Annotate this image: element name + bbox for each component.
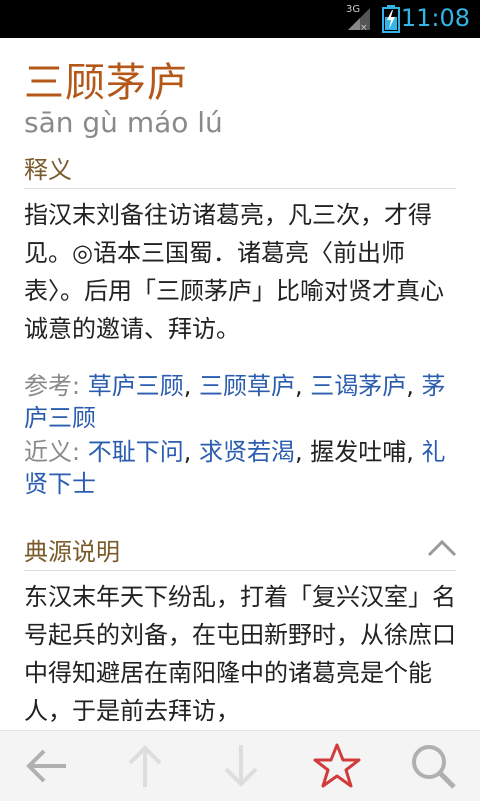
source-header[interactable]: 典源说明 <box>24 532 120 567</box>
synonym-link[interactable]: 不耻下问 <box>88 438 184 466</box>
source-text: 东汉末年天下纷乱，打着「复兴汉室」名号起兵的刘备，在屯田新野时，从徐庶口中得知避… <box>24 583 456 725</box>
see-also-link[interactable]: 草庐三顾 <box>88 372 184 400</box>
synonym-link[interactable]: 求贤若渴 <box>199 438 295 466</box>
clock: 11:08 <box>400 4 470 32</box>
bottom-action-bar <box>0 730 480 801</box>
entry-pinyin: sān gù máo lú <box>24 106 223 139</box>
status-bar: × 3G 11:08 <box>0 0 480 38</box>
down-arrow-icon[interactable] <box>216 741 266 791</box>
definition-header: 释义 <box>24 156 72 184</box>
chevron-up-icon[interactable] <box>426 538 458 558</box>
definition-text: 指汉末刘备往访诸葛亮，凡三次，才得见。◎语本三国蜀．诸葛亮〈前出师表〉。后用「三… <box>24 201 444 343</box>
synonym-text: 握发吐哺 <box>310 438 407 466</box>
search-icon[interactable] <box>408 741 458 791</box>
source-divider <box>24 570 456 571</box>
svg-text:×: × <box>360 23 368 32</box>
see-also-block: 参考: 草庐三顾, 三顾草庐, 三谒茅庐, 茅庐三顾 <box>24 372 446 432</box>
back-arrow-icon[interactable] <box>22 741 72 791</box>
synonyms-block: 近义: 不耻下问, 求贤若渴, 握发吐哺, 礼贤下士 <box>24 438 446 498</box>
battery-charging-icon <box>382 5 400 33</box>
see-also-label: 参考: <box>24 372 81 400</box>
see-also-link[interactable]: 三顾草庐 <box>199 372 295 400</box>
up-arrow-icon[interactable] <box>120 741 170 791</box>
entry-title: 三顾茅庐 <box>24 60 188 106</box>
network-type-label: 3G <box>346 4 361 15</box>
entry-content[interactable]: 三顾茅庐 sān gù máo lú 释义 指汉末刘备往访诸葛亮，凡三次，才得见… <box>0 38 480 730</box>
star-icon[interactable] <box>312 741 362 791</box>
definition-divider <box>24 188 456 189</box>
see-also-link[interactable]: 三谒茅庐 <box>310 372 406 400</box>
synonyms-label: 近义: <box>24 438 81 466</box>
